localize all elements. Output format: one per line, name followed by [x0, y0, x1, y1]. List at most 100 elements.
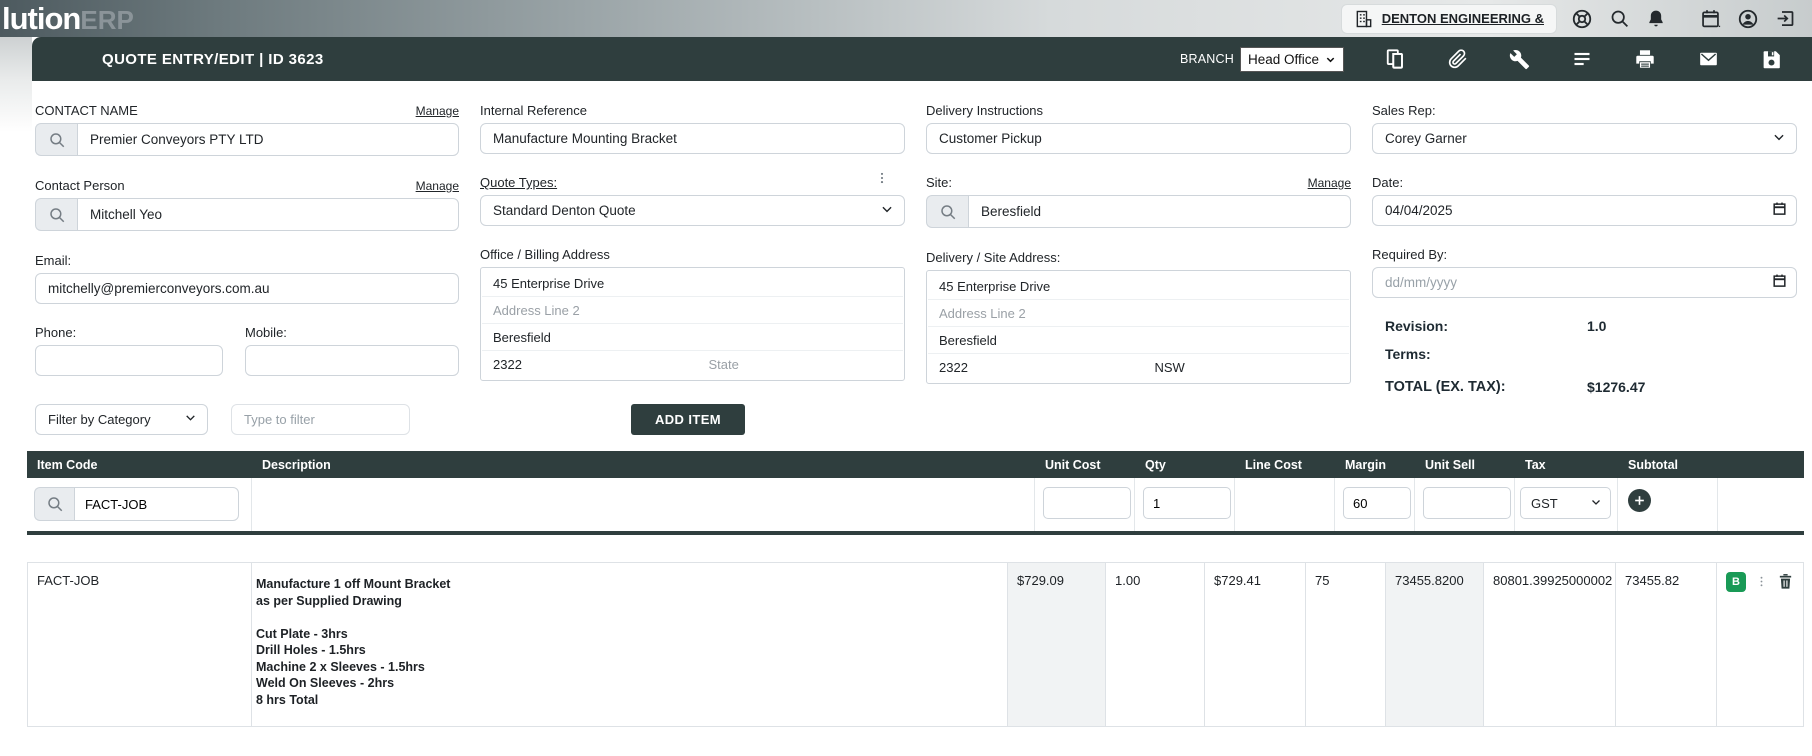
- notifications-button[interactable]: [1644, 6, 1668, 31]
- delivery-address-city[interactable]: Beresfield: [928, 327, 1349, 354]
- add-line-button[interactable]: [1628, 489, 1651, 512]
- delivery-address-line2[interactable]: Address Line 2: [928, 300, 1349, 327]
- sales-rep-value: Corey Garner: [1385, 131, 1467, 146]
- copy-button[interactable]: [1385, 48, 1407, 70]
- search-icon: [46, 495, 64, 513]
- required-by-input[interactable]: [1385, 275, 1772, 290]
- manage-site-link[interactable]: Manage: [1308, 176, 1351, 190]
- entry-margin-input[interactable]: [1343, 487, 1411, 519]
- tools-button[interactable]: [1509, 49, 1530, 70]
- calendar-picker-icon[interactable]: [1772, 273, 1787, 293]
- company-name: DENTON ENGINEERING &: [1382, 11, 1544, 26]
- revision-row: Revision: 1.0: [1372, 318, 1797, 334]
- contact-person-search-button[interactable]: [35, 198, 77, 231]
- menu-button[interactable]: [1571, 49, 1593, 69]
- add-item-button[interactable]: ADD ITEM: [631, 404, 745, 435]
- date-input[interactable]: [1385, 203, 1772, 218]
- company-building-icon: [1354, 9, 1374, 29]
- quote-toolbar: BRANCH Head Office: [1180, 47, 1812, 72]
- contact-name-input[interactable]: [77, 123, 459, 156]
- chevron-down-icon: [184, 411, 197, 424]
- item-code-search-button[interactable]: [34, 487, 74, 521]
- required-by-label: Required By:: [1372, 247, 1447, 262]
- site-input[interactable]: [968, 195, 1351, 228]
- delivery-address-line1[interactable]: 45 Enterprise Drive: [928, 273, 1349, 300]
- chevron-down-icon: [1325, 54, 1336, 65]
- col-subtotal: Subtotal: [1618, 458, 1718, 472]
- table-separator: [27, 531, 1804, 535]
- email-field[interactable]: [35, 273, 459, 304]
- email-button[interactable]: [1697, 49, 1720, 69]
- branch-select-value: Head Office: [1248, 52, 1319, 67]
- entry-unit-sell-input[interactable]: [1423, 487, 1511, 519]
- print-button[interactable]: [1634, 48, 1656, 70]
- quote-header-bar: QUOTE ENTRY/EDIT | ID 3623 BRANCH Head O…: [32, 37, 1812, 81]
- contact-name-search-button[interactable]: [35, 123, 77, 156]
- calendar-picker-icon[interactable]: [1772, 201, 1787, 221]
- office-address-postcode-state[interactable]: 2322 State: [482, 351, 903, 378]
- company-selector[interactable]: DENTON ENGINEERING &: [1341, 4, 1557, 34]
- contact-name-label: CONTACT NAME: [35, 103, 138, 118]
- save-button[interactable]: [1761, 49, 1782, 70]
- app-logo[interactable]: lutionERP: [2, 3, 134, 34]
- item-row[interactable]: FACT-JOB Manufacture 1 off Mount Bracket…: [27, 562, 1804, 727]
- sales-rep-label: Sales Rep:: [1372, 103, 1436, 118]
- topbar-actions: DENTON ENGINEERING &: [1341, 4, 1812, 34]
- chevron-down-icon: [1590, 496, 1602, 508]
- sales-rep-select[interactable]: Corey Garner: [1372, 123, 1797, 154]
- entry-line-cost-cell: [1235, 478, 1335, 531]
- site-label: Site:: [926, 175, 952, 190]
- mobile-group: Mobile:: [245, 324, 459, 376]
- category-filter-select[interactable]: Filter by Category: [35, 404, 208, 435]
- branch-select[interactable]: Head Office: [1240, 47, 1344, 72]
- help-button[interactable]: [1569, 6, 1595, 32]
- search-icon: [48, 131, 66, 149]
- item-description-cell: Manufacture 1 off Mount Bracket as per S…: [252, 563, 1008, 726]
- entry-unit-cost-input[interactable]: [1043, 487, 1131, 519]
- entry-qty-input[interactable]: [1143, 487, 1231, 519]
- contact-person-input[interactable]: [77, 198, 459, 231]
- logout-icon: [1775, 8, 1796, 29]
- item-actions-cell: B: [1717, 563, 1804, 726]
- office-address-line1[interactable]: 45 Enterprise Drive: [482, 270, 903, 297]
- delivery-address-postcode-state[interactable]: 2322 NSW: [928, 354, 1349, 381]
- office-address-city[interactable]: Beresfield: [482, 324, 903, 351]
- manage-contact-person-link[interactable]: Manage: [416, 179, 459, 193]
- account-button[interactable]: [1735, 6, 1761, 32]
- quote-types-select[interactable]: Standard Denton Quote: [480, 195, 905, 226]
- mobile-field[interactable]: [245, 345, 459, 376]
- internal-reference-input[interactable]: [480, 123, 905, 154]
- delivery-column: Delivery Instructions Site: Manage Deliv…: [926, 102, 1351, 395]
- delivery-instructions-input[interactable]: [926, 123, 1351, 154]
- delete-row-button[interactable]: [1777, 572, 1794, 594]
- phone-label: Phone:: [35, 325, 76, 340]
- col-margin: Margin: [1335, 458, 1415, 472]
- attachment-icon: [1448, 48, 1468, 70]
- search-icon: [939, 203, 957, 221]
- logout-button[interactable]: [1773, 6, 1798, 31]
- date-label: Date:: [1372, 175, 1403, 190]
- search-button[interactable]: [1607, 6, 1632, 31]
- quote-types-kebab-icon[interactable]: [875, 171, 889, 190]
- internal-reference-label: Internal Reference: [480, 103, 587, 118]
- quote-entry-page: lutionERP DENTON ENGINEERING &: [0, 0, 1812, 727]
- phone-field[interactable]: [35, 345, 223, 376]
- reference-column: Internal Reference Quote Types: Standard…: [480, 102, 905, 395]
- calendar-button[interactable]: [1698, 6, 1723, 31]
- revision-value: 1.0: [1587, 318, 1606, 334]
- item-filter-row: Filter by Category ADD ITEM: [35, 402, 1812, 436]
- attachment-button[interactable]: [1448, 48, 1468, 70]
- office-postcode: 2322: [493, 357, 522, 372]
- quote-types-label[interactable]: Quote Types:: [480, 175, 557, 190]
- col-tax: Tax: [1515, 458, 1618, 472]
- delivery-address-box: 45 Enterprise Drive Address Line 2 Beres…: [926, 270, 1351, 384]
- entry-tax-select[interactable]: GST: [1520, 487, 1611, 519]
- row-kebab-icon[interactable]: [1755, 574, 1768, 592]
- office-address-line2[interactable]: Address Line 2: [482, 297, 903, 324]
- item-code-input[interactable]: [74, 487, 239, 521]
- text-filter-input[interactable]: [231, 404, 410, 435]
- copy-icon: [1385, 48, 1407, 70]
- badge-b-button[interactable]: B: [1726, 572, 1746, 592]
- manage-contact-name-link[interactable]: Manage: [416, 104, 459, 118]
- site-search-button[interactable]: [926, 195, 968, 228]
